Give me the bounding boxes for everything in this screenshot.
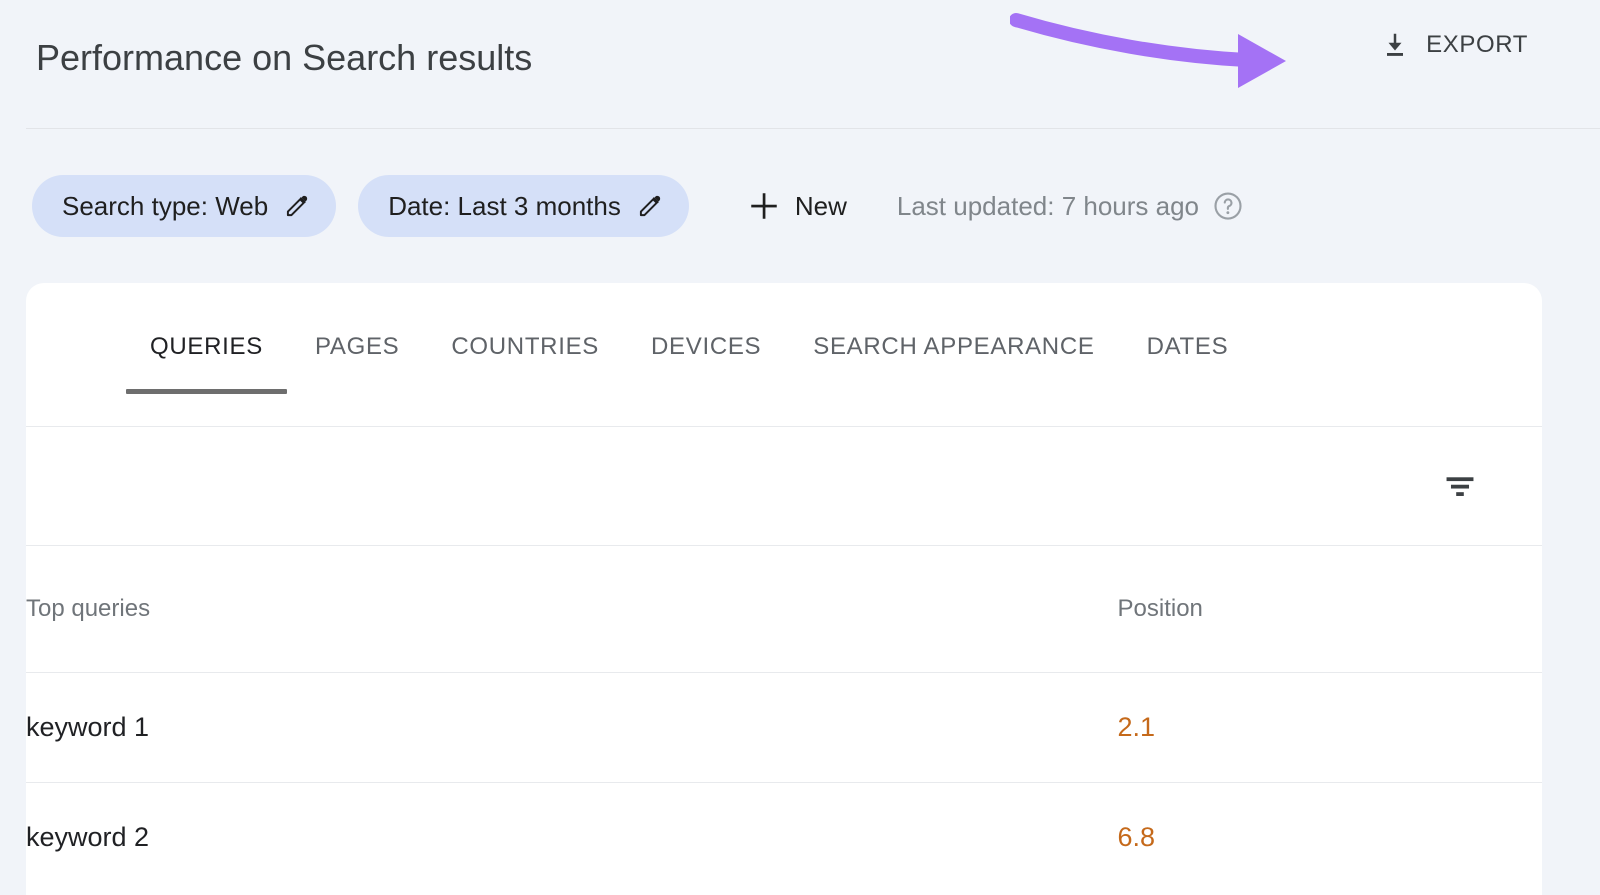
column-header-top-queries-label: Top queries	[26, 594, 151, 622]
table-cell-query: keyword 2	[26, 782, 1118, 892]
column-header-position[interactable]: Position	[1118, 546, 1542, 672]
export-label: EXPORT	[1426, 31, 1528, 58]
column-header-position-label: Position	[1117, 594, 1203, 622]
filter-bar: Search type: Web Date: Last 3 months New…	[0, 129, 1600, 283]
table-toolbar	[26, 427, 1542, 546]
tab-queries[interactable]: QUERIES	[124, 283, 289, 410]
table-cell-position: 6.8	[1118, 782, 1542, 892]
tab-pages[interactable]: PAGES	[289, 283, 425, 410]
tab-dates[interactable]: DATES	[1121, 283, 1255, 410]
plus-icon	[751, 193, 777, 219]
last-updated-label: Last updated: 7 hours ago	[896, 190, 1200, 221]
add-new-filter-label: New	[794, 190, 847, 221]
tab-search-appearance-label: SEARCH APPEARANCE	[813, 332, 1095, 360]
page-header: Performance on Search results EXPORT	[0, 0, 1600, 129]
annotation-arrow	[1010, 13, 1286, 88]
performance-card: QUERIES PAGES COUNTRIES DEVICES SEARCH A…	[26, 283, 1542, 895]
last-updated: Last updated: 7 hours ago	[897, 191, 1243, 222]
pencil-icon	[287, 195, 308, 217]
filter-chip-search-type[interactable]: Search type: Web	[32, 175, 337, 237]
table-header: Top queries Position	[26, 546, 1542, 672]
filter-chip-date[interactable]: Date: Last 3 months	[358, 175, 689, 237]
table-cell-position-value: 6.8	[1117, 821, 1156, 852]
table-cell-query: keyword 1	[26, 672, 1118, 782]
table-header-row: Top queries Position	[26, 546, 1542, 672]
queries-table: Top queries Position keyword 1 2.1 keywo…	[26, 546, 1542, 892]
table-cell-query-label: keyword 2	[26, 821, 150, 852]
table-cell-position-value: 2.1	[1117, 711, 1156, 742]
filter-chip-date-label: Date: Last 3 months	[388, 190, 621, 221]
table-row[interactable]: keyword 2 6.8	[26, 782, 1542, 892]
download-icon	[1387, 33, 1404, 56]
filter-chip-search-type-label: Search type: Web	[62, 190, 269, 221]
add-new-filter-button[interactable]: New	[741, 181, 853, 231]
table-cell-query-label: keyword 1	[26, 711, 150, 742]
help-circle-icon[interactable]	[1213, 191, 1243, 221]
tab-devices-label: DEVICES	[651, 332, 762, 360]
page-title: Performance on Search results	[36, 37, 533, 78]
tab-countries[interactable]: COUNTRIES	[425, 283, 625, 410]
tab-queries-label: QUERIES	[150, 332, 263, 360]
filter-icon	[1446, 477, 1474, 496]
tab-dates-label: DATES	[1146, 332, 1229, 360]
export-button[interactable]: EXPORT	[1380, 30, 1528, 60]
filter-button[interactable]	[1434, 460, 1486, 512]
column-header-top-queries[interactable]: Top queries	[26, 546, 1118, 672]
tab-countries-label: COUNTRIES	[451, 332, 599, 360]
table-body: keyword 1 2.1 keyword 2 6.8	[26, 672, 1542, 892]
tab-devices[interactable]: DEVICES	[625, 283, 787, 410]
table-cell-position: 2.1	[1118, 672, 1542, 782]
table-row[interactable]: keyword 1 2.1	[26, 672, 1542, 782]
pencil-icon	[639, 195, 661, 217]
tab-pages-label: PAGES	[314, 332, 400, 360]
tab-bar: QUERIES PAGES COUNTRIES DEVICES SEARCH A…	[26, 283, 1542, 427]
tab-search-appearance[interactable]: SEARCH APPEARANCE	[787, 283, 1120, 410]
